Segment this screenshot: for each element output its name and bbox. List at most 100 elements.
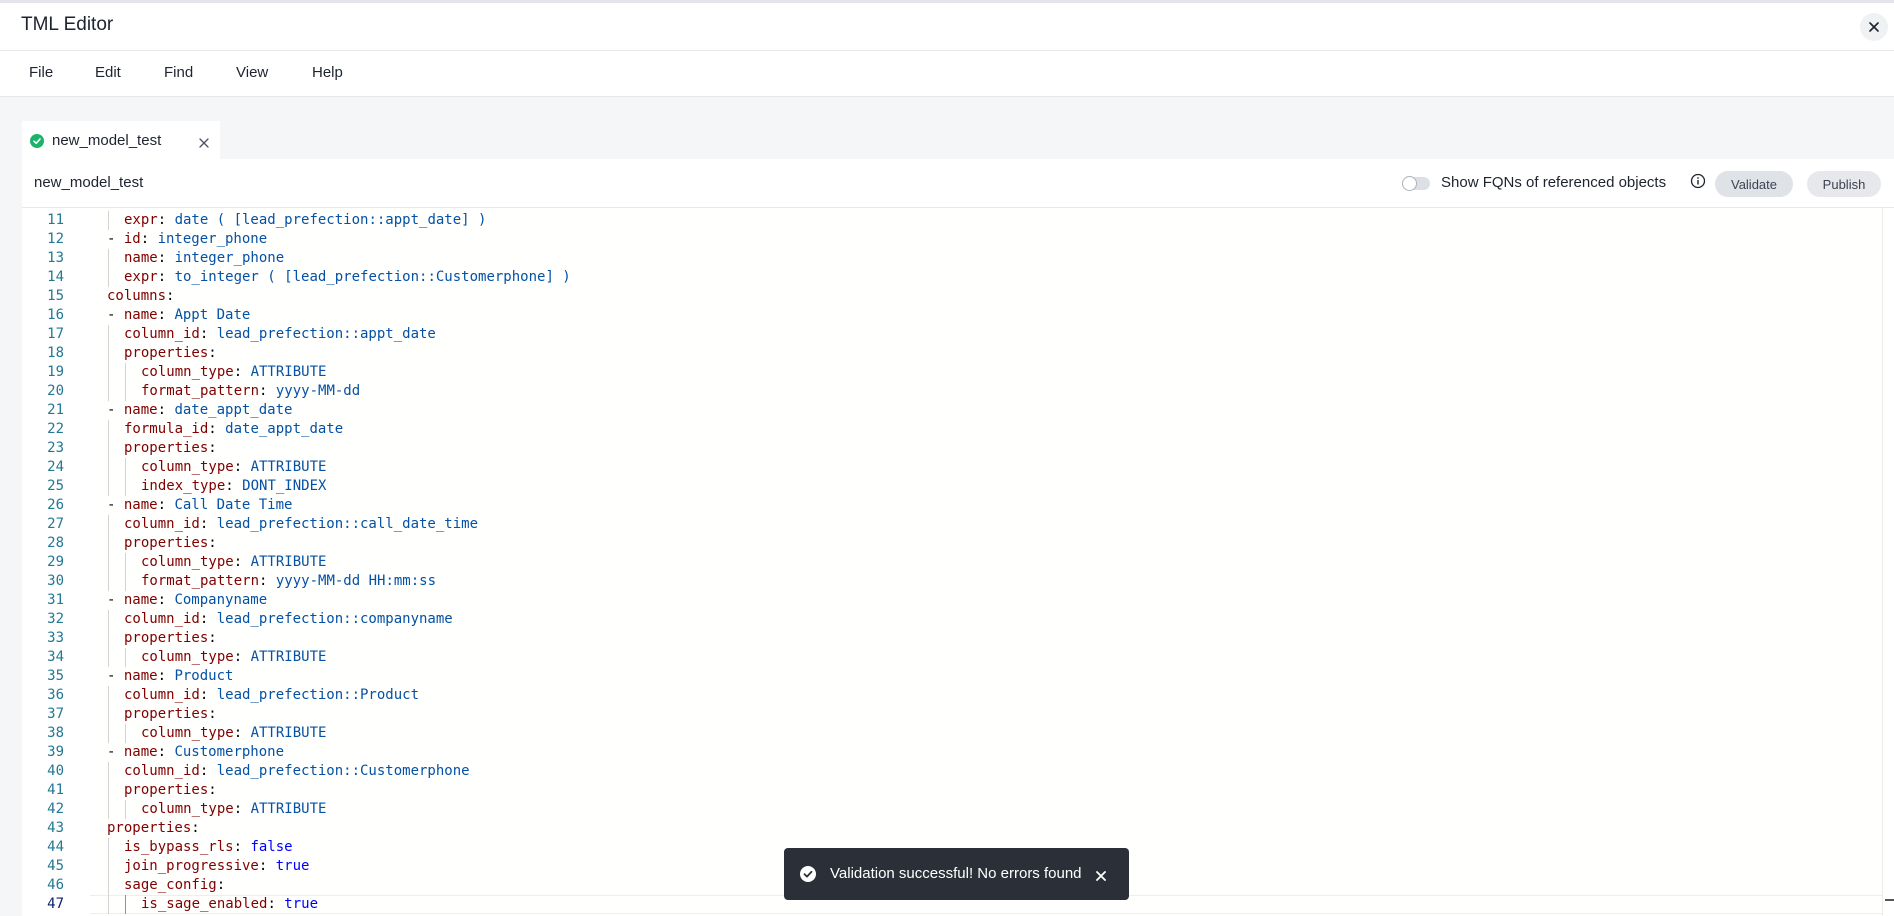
code-text: column_id: lead_prefection::call_date_ti… [124,515,478,534]
code-line[interactable]: 42 column_type: ATTRIBUTE [22,800,1882,819]
yaml-punctuation: : [233,801,251,817]
code-editor[interactable]: 11 expr: date ( [lead_prefection::appt_da… [22,208,1882,916]
indent-guide [108,553,109,572]
code-line[interactable]: 34 column_type: ATTRIBUTE [22,648,1882,667]
dismiss-toast-button[interactable] [1096,868,1106,886]
code-text: column_id: lead_prefection::Customerphon… [124,762,470,781]
yaml-punctuation: : [208,421,226,437]
indent-guide [108,325,109,344]
code-line[interactable]: 25 index_type: DONT_INDEX [22,477,1882,496]
code-line[interactable]: 12 - id: integer_phone [22,230,1882,249]
yaml-value: ATTRIBUTE [250,725,327,741]
vertical-scrollbar[interactable] [1882,208,1894,916]
code-line[interactable]: 13 name: integer_phone [22,249,1882,268]
code-line[interactable]: 15 columns: [22,287,1882,306]
yaml-punctuation: : [233,839,251,855]
yaml-value: lead_prefection::Product [216,687,420,703]
code-line[interactable]: 26 - name: Call Date Time [22,496,1882,515]
code-line[interactable]: 32 column_id: lead_prefection::companynam… [22,610,1882,629]
code-line[interactable]: 17 column_id: lead_prefection::appt_date [22,325,1882,344]
menu-help[interactable]: Help [312,64,343,81]
code-line[interactable]: 31 - name: Companyname [22,591,1882,610]
code-line[interactable]: 28 properties: [22,534,1882,553]
info-icon[interactable] [1690,173,1706,194]
yaml-key: join_progressive [124,858,259,874]
yaml-key: expr [124,269,158,285]
yaml-key: properties [124,345,209,361]
yaml-punctuation: : [208,345,217,361]
code-line[interactable]: 11 expr: date ( [lead_prefection::appt_da… [22,211,1882,230]
indent-guide [125,477,126,496]
tab-new-model-test[interactable]: new_model_test [22,121,220,159]
yaml-key: name [123,497,158,513]
line-number: 20 [47,383,64,399]
yaml-value: Appt Date [174,307,251,323]
line-number: 22 [47,421,64,437]
code-text: column_id: lead_prefection::appt_date [124,325,436,344]
code-line[interactable]: 39 - name: Customerphone [22,743,1882,762]
code-line[interactable]: 14 expr: to_integer ( [lead_prefection::C… [22,268,1882,287]
code-text: column_type: ATTRIBUTE [141,458,326,477]
code-line[interactable]: 35 - name: Product [22,667,1882,686]
code-line[interactable]: 38 column_type: ATTRIBUTE [22,724,1882,743]
code-line[interactable]: 43 properties: [22,819,1882,838]
menu-file[interactable]: File [29,64,53,81]
close-tab-button[interactable] [199,135,209,153]
yaml-key: name [124,250,158,266]
indent-guide [108,534,109,553]
indent-guide [108,344,109,363]
code-text: name: integer_phone [124,249,284,268]
code-line[interactable]: 19 column_type: ATTRIBUTE [22,363,1882,382]
line-number: 42 [47,801,64,817]
close-editor-button[interactable] [1860,13,1888,41]
code-text: properties: [124,705,217,724]
indent-guide [108,857,109,876]
code-line[interactable]: 36 column_id: lead_prefection::Product [22,686,1882,705]
yaml-punctuation: : [166,288,175,304]
yaml-punctuation: : [199,611,217,627]
yaml-value: Companyname [174,592,268,608]
line-number: 47 [47,896,64,912]
code-line[interactable]: 16 - name: Appt Date [22,306,1882,325]
code-line[interactable]: 24 column_type: ATTRIBUTE [22,458,1882,477]
code-line[interactable]: 40 column_id: lead_prefection::Customerph… [22,762,1882,781]
yaml-punctuation: : [199,763,217,779]
menu-view[interactable]: View [236,64,268,81]
publish-button[interactable]: Publish [1807,171,1881,197]
menu-edit[interactable]: Edit [95,64,121,81]
indent-guide [108,686,109,705]
code-line[interactable]: 21 - name: date_appt_date [22,401,1882,420]
code-line[interactable]: 37 properties: [22,705,1882,724]
fqn-toggle[interactable] [1402,176,1430,191]
code-line[interactable]: 23 properties: [22,439,1882,458]
code-line[interactable]: 41 properties: [22,781,1882,800]
indent-guide [125,724,126,743]
indent-guide [125,363,126,382]
code-text: properties: [124,344,217,363]
indent-guide [108,648,109,667]
yaml-punctuation: : [157,744,175,760]
code-line[interactable]: 20 format_pattern: yyyy-MM-dd [22,382,1882,401]
yaml-value: true [275,858,310,874]
indent-guide [108,838,109,857]
validate-button[interactable]: Validate [1715,171,1793,197]
code-line[interactable]: 33 properties: [22,629,1882,648]
code-line[interactable]: 18 properties: [22,344,1882,363]
yaml-key: is_sage_enabled [141,896,268,912]
line-number: 16 [47,307,64,323]
yaml-key: properties [124,630,209,646]
yaml-punctuation: - [107,497,124,513]
code-line[interactable]: 30 format_pattern: yyyy-MM-dd HH:mm:ss [22,572,1882,591]
code-text: - name: Call Date Time [107,496,292,515]
line-number: 12 [47,231,64,247]
code-line[interactable]: 22 formula_id: date_appt_date [22,420,1882,439]
menu-find[interactable]: Find [164,64,193,81]
indent-guide [125,895,126,914]
code-text: columns: [107,287,174,306]
yaml-punctuation: : [233,459,251,475]
code-text: column_type: ATTRIBUTE [141,724,326,743]
code-line[interactable]: 29 column_type: ATTRIBUTE [22,553,1882,572]
code-text: properties: [124,629,217,648]
cursor-marker [1885,899,1894,901]
code-line[interactable]: 27 column_id: lead_prefection::call_date_… [22,515,1882,534]
